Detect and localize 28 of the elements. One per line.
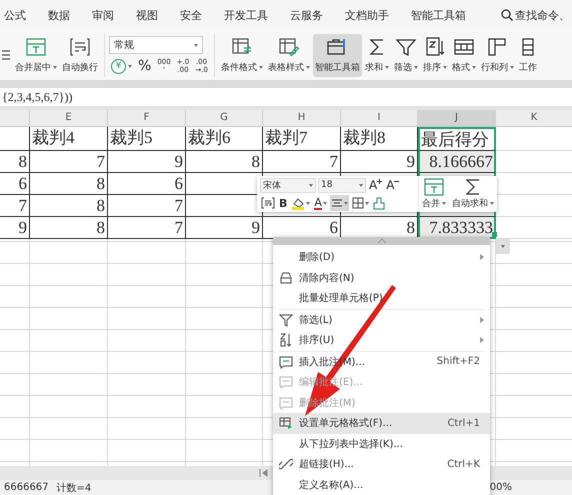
table-cell: 7 — [108, 217, 186, 239]
table-cell: 8 — [30, 173, 108, 195]
table-cell: 裁判4 — [30, 127, 108, 151]
status-sum: 6666667 — [4, 482, 49, 493]
status-count: 计数=4 — [56, 482, 92, 494]
table-cell: 8 — [186, 151, 263, 173]
table-cell: 最后得分 — [418, 127, 496, 151]
table-cell: 9 — [341, 151, 418, 173]
table-cell: 8 — [0, 151, 30, 173]
table-cell: 7 — [30, 151, 108, 173]
table-cell: 8 — [30, 217, 108, 239]
table-cell: 6 — [263, 217, 341, 239]
table-cell: 7 — [0, 195, 30, 217]
table-cell: 8.166667 — [418, 151, 496, 173]
table-cell: 8 — [30, 195, 108, 217]
table-cell: 裁判6 — [186, 127, 263, 151]
table-cell: 裁判7 — [263, 127, 341, 151]
table-cell: 裁判8 — [341, 127, 418, 151]
table-cell: 7 — [263, 151, 341, 173]
table-cell: 9 — [108, 151, 186, 173]
table-cell: 7 — [108, 195, 186, 217]
table-cell: 6 — [0, 173, 30, 195]
table-cell: 9 — [0, 217, 30, 239]
table-cell: 9 — [186, 217, 263, 239]
table-cell: 8 — [341, 217, 418, 239]
table-cell: 7.833333 — [418, 217, 496, 239]
table-cell: 6 — [108, 173, 186, 195]
table-cell: 裁判5 — [108, 127, 186, 151]
